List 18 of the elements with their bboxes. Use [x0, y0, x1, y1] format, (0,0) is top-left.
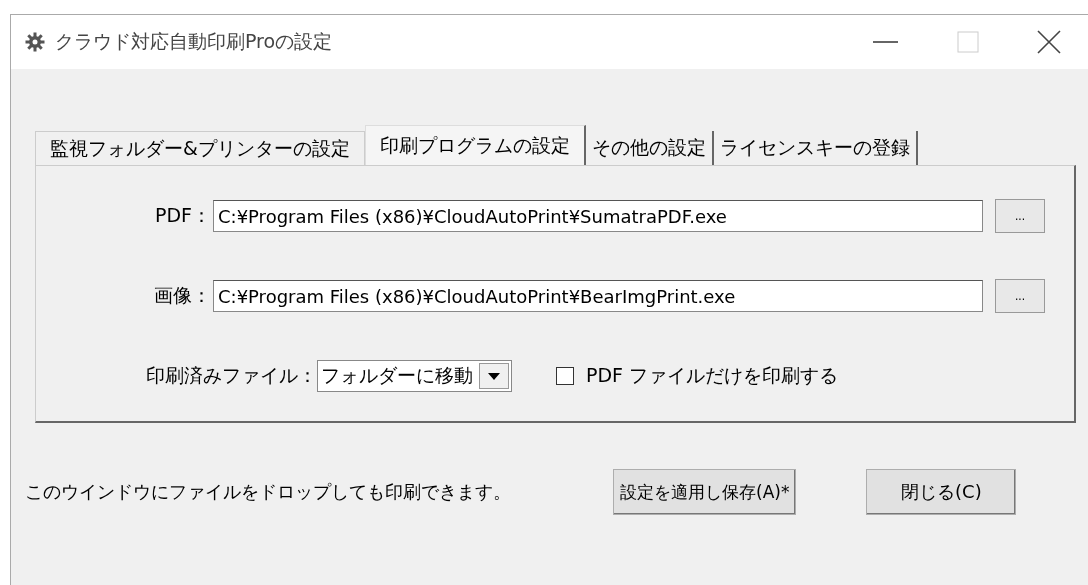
field-label: PDF：: [153, 203, 211, 228]
caret-icon[interactable]: [479, 363, 509, 389]
field-label: 画像：: [153, 283, 211, 308]
path-field[interactable]: C:¥Program Files (x86)¥CloudAutoPrint¥BearImgPrint.exe: [213, 280, 983, 312]
browse-button[interactable]: ...: [995, 279, 1045, 313]
gear-icon: [25, 32, 45, 52]
dropdown[interactable]: フォルダーに移動: [317, 360, 512, 392]
hint-text: このウインドウにファイルをドロップしても印刷できます。: [25, 480, 512, 504]
window-title: クラウド対応自動印刷Proの設定: [55, 29, 333, 54]
browse-button[interactable]: ...: [995, 199, 1045, 233]
apply-save-button[interactable]: 設定を適用し保存(A)*: [613, 469, 797, 515]
checkbox-label: PDF ファイルだけを印刷する: [586, 363, 839, 388]
tab[interactable]: 印刷プログラムの設定: [364, 125, 586, 165]
field-label: 印刷済みファイル：: [146, 363, 317, 388]
checkbox[interactable]: [556, 367, 574, 385]
close-button[interactable]: 閉じる(C): [866, 469, 1017, 515]
path-field[interactable]: C:¥Program Files (x86)¥CloudAutoPrint¥SumatraPDF.exe: [213, 200, 983, 232]
tab[interactable]: 監視フォルダー&プリンターの設定: [35, 131, 365, 165]
